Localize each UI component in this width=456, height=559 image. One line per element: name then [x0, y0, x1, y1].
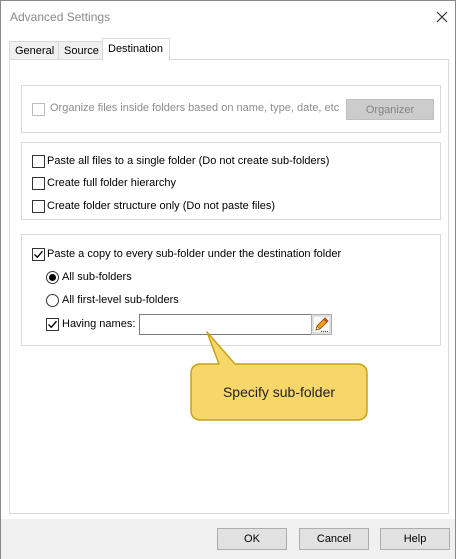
tab-general-label: General [15, 45, 55, 57]
first-level-subfolders-radio[interactable] [46, 294, 59, 307]
organize-group: Organize files inside folders based on n… [21, 85, 441, 133]
ok-button[interactable]: OK [217, 528, 287, 550]
checkmark-icon [34, 250, 44, 259]
advanced-settings-dialog: Advanced Settings General Source Destina… [0, 0, 456, 559]
full-hierarchy-label: Create full folder hierarchy [47, 177, 177, 189]
structure-group: Paste all files to a single folder (Do n… [21, 142, 441, 220]
structure-only-checkbox[interactable] [32, 200, 45, 213]
hint-callout: Specify sub-folder [189, 328, 369, 424]
help-button[interactable]: Help [380, 528, 450, 550]
paste-subfolder-checkbox[interactable] [32, 248, 45, 261]
having-names-label: Having names: [62, 318, 136, 330]
tab-destination-label: Destination [108, 43, 164, 55]
destination-panel: Organize files inside folders based on n… [9, 59, 449, 514]
organize-checkbox[interactable] [32, 103, 45, 116]
full-hierarchy-checkbox[interactable] [32, 177, 45, 190]
close-button[interactable] [432, 7, 452, 27]
callout-bubble [190, 331, 368, 421]
callout-shape [190, 331, 368, 421]
single-folder-checkbox[interactable] [32, 155, 45, 168]
organizer-button-label: Organizer [365, 104, 415, 116]
tab-strip: General Source Destination [1, 38, 455, 61]
callout-text: Specify sub-folder [222, 384, 336, 400]
organizer-button[interactable]: Organizer [346, 99, 434, 120]
radio-dot-icon [49, 274, 56, 281]
close-icon [436, 11, 448, 23]
tab-destination[interactable]: Destination [102, 38, 170, 61]
cancel-button-label: Cancel [316, 533, 352, 545]
tab-source[interactable]: Source [58, 41, 103, 61]
tab-source-label: Source [64, 45, 99, 57]
ok-button-label: OK [244, 533, 260, 545]
tab-general[interactable]: General [9, 41, 59, 61]
organize-label: Organize files inside folders based on n… [50, 102, 340, 114]
help-button-label: Help [403, 533, 427, 545]
checkmark-icon [48, 320, 58, 329]
structure-only-label: Create folder structure only (Do not pas… [47, 200, 276, 212]
dialog-footer: OK Cancel Help [1, 519, 455, 559]
single-folder-label: Paste all files to a single folder (Do n… [47, 155, 330, 167]
window-title: Advanced Settings [10, 10, 111, 24]
all-subfolders-label: All sub-folders [62, 271, 132, 283]
having-names-checkbox[interactable] [46, 318, 59, 331]
title-bar: Advanced Settings [1, 1, 455, 32]
paste-subfolder-label: Paste a copy to every sub-folder under t… [47, 248, 342, 260]
all-subfolders-radio[interactable] [46, 271, 59, 284]
cancel-button[interactable]: Cancel [299, 528, 369, 550]
first-level-subfolders-label: All first-level sub-folders [62, 294, 179, 306]
